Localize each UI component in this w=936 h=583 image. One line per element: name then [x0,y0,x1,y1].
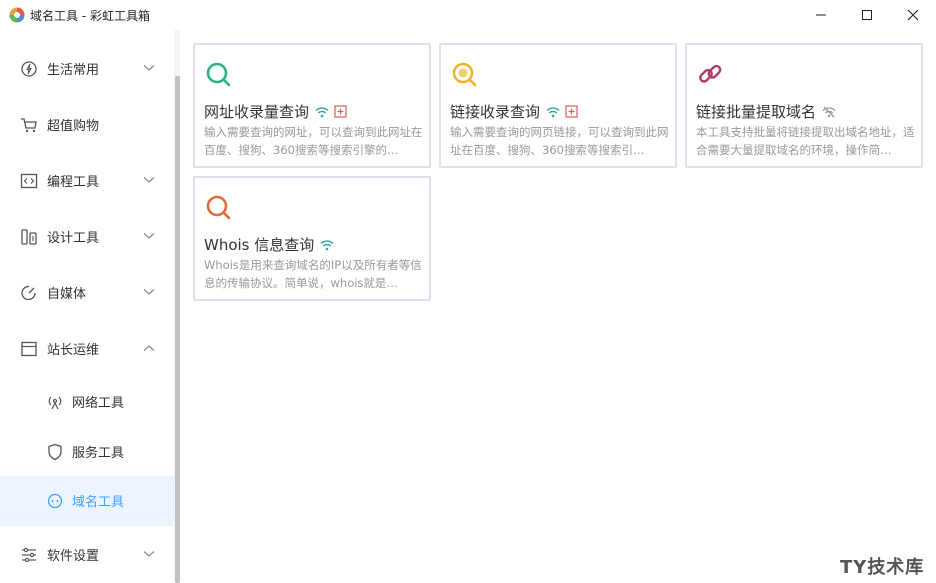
chevron-down-icon [143,551,155,557]
minimize-button[interactable] [798,0,844,30]
search-icon [206,195,231,220]
sidebar-item-media[interactable]: 自媒体 [0,268,174,318]
browser-icon [21,341,37,357]
card-description: 输入需要查询的网页链接，可以查询到此网址在百度、搜狗、360搜索等搜索引… [450,125,669,157]
close-button[interactable] [890,0,936,30]
chevron-down-icon [143,289,155,295]
card-description: Whois是用来查询域名的IP以及所有者等信息的传输协议。简单说，whois就是… [204,258,422,290]
sidebar-subitem-domain[interactable]: 域名工具 [0,476,174,526]
chevron-up-icon [143,345,155,351]
sidebar-item-label: 域名工具 [72,495,125,510]
sidebar-item-life[interactable]: 生活常用 [0,44,174,94]
tool-card-link-extract[interactable]: 链接批量提取域名 本工具支持批量将链接提取出域名地址，适合需要大量提取域名的环境… [685,43,923,168]
sidebar-item-webmaster[interactable]: 站长运维 [0,324,174,374]
title-bar: 域名工具 - 彩虹工具箱 [0,0,936,30]
card-title: Whois 信息查询 [204,236,315,254]
sidebar-item-label: 服务工具 [72,446,125,461]
maximize-button[interactable] [844,0,890,30]
maximize-icon [862,10,872,20]
palette-icon [21,229,37,245]
tool-card-url-index[interactable]: 网址收录量查询 输入需要查询的网址，可以查询到此网址在百度、搜狗、360搜索等搜… [193,43,431,168]
link-icon [699,64,722,83]
wifi-icon [546,106,560,118]
media-icon [21,285,36,301]
code-icon [20,173,38,189]
card-title: 链接批量提取域名 [696,103,817,121]
sidebar-item-label: 软件设置 [47,549,100,564]
sidebar-item-label: 站长运维 [47,343,100,358]
sidebar-item-label: 生活常用 [47,63,100,78]
card-description: 输入需要查询的网址，可以查询到此网址在百度、搜狗、360搜索等搜索引擎的… [204,125,423,157]
card-title: 网址收录量查询 [204,103,310,121]
wifi-off-icon [822,106,836,118]
sidebar-item-label: 设计工具 [47,231,100,246]
sidebar-item-label: 网络工具 [72,396,125,411]
tool-card-whois[interactable]: Whois 信息查询 Whois是用来查询域名的IP以及所有者等信息的传输协议。… [193,176,431,301]
app-logo-icon [9,7,25,23]
minimize-icon [816,14,826,16]
add-box-icon[interactable] [565,105,578,118]
window-title: 域名工具 - 彩虹工具箱 [30,9,150,23]
sidebar-item-settings[interactable]: 软件设置 [0,530,174,580]
sidebar-item-label: 编程工具 [47,175,100,190]
shield-icon [48,443,62,461]
sidebar-subitem-network[interactable]: 网络工具 [0,377,174,427]
chevron-down-icon [143,65,155,71]
antenna-icon [48,396,62,410]
card-title: 链接收录查询 [450,103,541,121]
watermark: TY技术库 [840,557,925,578]
compass-icon [21,61,37,77]
chevron-down-icon [143,177,155,183]
domain-icon [47,493,63,509]
sidebar-item-design[interactable]: 设计工具 [0,212,174,262]
sliders-icon [22,547,36,563]
chevron-down-icon [143,233,155,239]
sidebar-item-shopping[interactable]: 超值购物 [0,100,174,150]
card-description: 本工具支持批量将链接提取出域名地址，适合需要大量提取域名的环境，操作简… [696,125,915,157]
search-icon [452,62,477,87]
sidebar-scrollbar-thumb[interactable] [175,76,180,583]
search-icon [206,62,231,87]
cart-icon [21,118,37,133]
wifi-icon [315,106,329,118]
sidebar: 生活常用 超值购物 编程工具 设计工具 自媒体 站长运维 网络工具 服务工具 域… [0,30,174,583]
tool-card-link-index[interactable]: 链接收录查询 输入需要查询的网页链接，可以查询到此网址在百度、搜狗、360搜索等… [439,43,677,168]
wifi-icon [320,239,334,251]
sidebar-subitem-service[interactable]: 服务工具 [0,427,174,477]
sidebar-item-label: 自媒体 [47,287,87,302]
add-box-icon[interactable] [334,105,347,118]
sidebar-item-programming[interactable]: 编程工具 [0,156,174,206]
sidebar-item-label: 超值购物 [47,119,100,134]
close-icon [907,9,919,21]
